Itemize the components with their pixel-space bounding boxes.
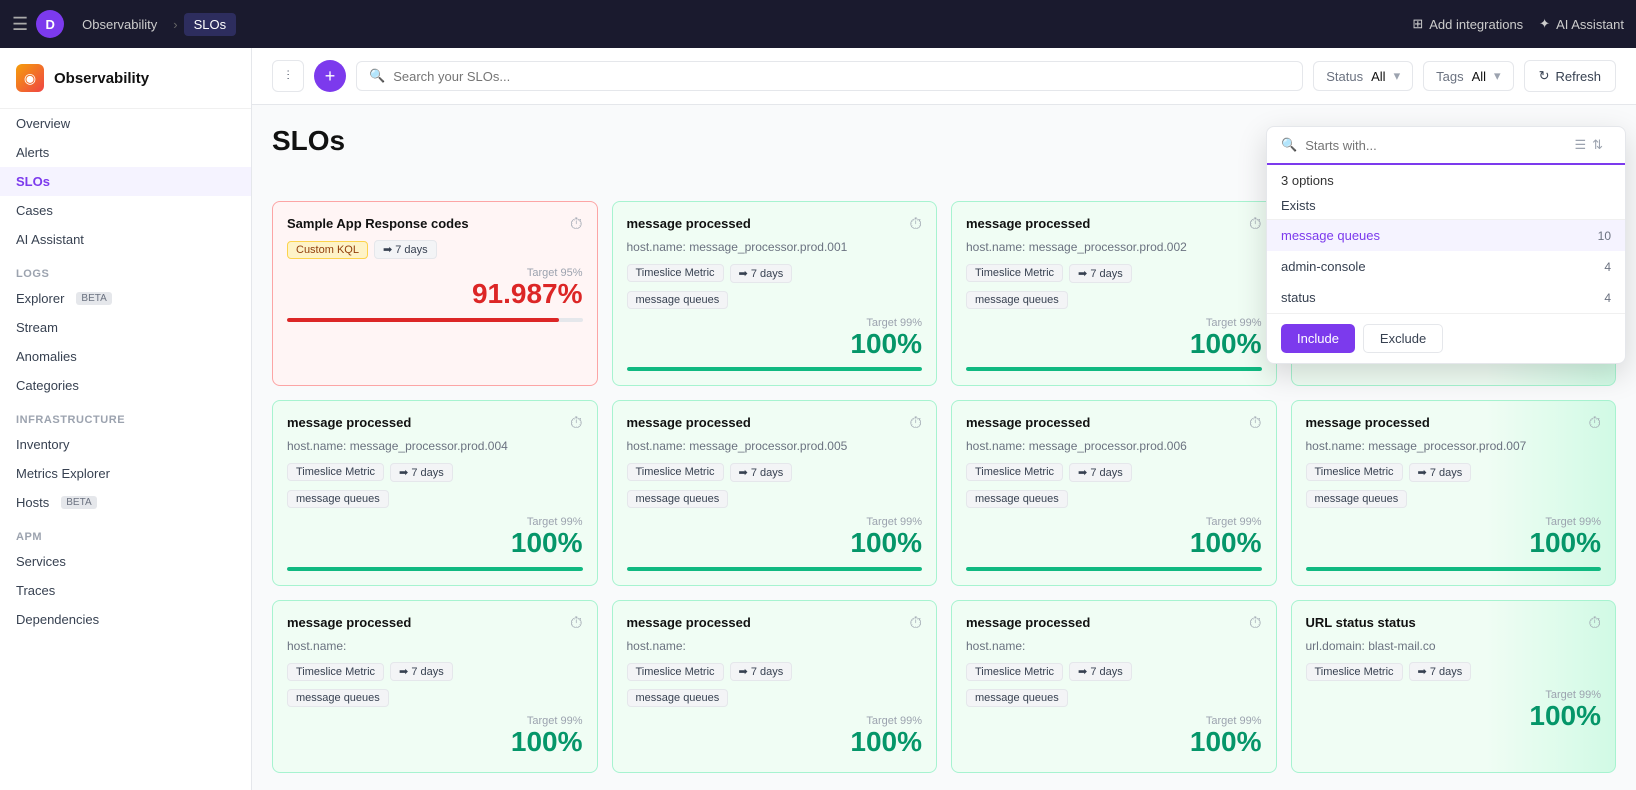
sidebar-item-categories[interactable]: Categories (0, 371, 251, 400)
sidebar-section-apm: APM (0, 517, 251, 547)
refresh-icon: ↻ (1539, 68, 1550, 84)
hamburger-menu-icon[interactable]: ☰ (12, 14, 28, 35)
sidebar-title: Observability (54, 70, 149, 87)
gauge-icon: ⏱ (570, 615, 582, 633)
slo-card[interactable]: message processed ⏱ host.name: Timeslice… (272, 600, 598, 773)
breadcrumb: Observability › SLOs (72, 13, 236, 36)
page-title: SLOs (272, 125, 345, 157)
slo-card[interactable]: message processed ⏱ host.name: message_p… (272, 400, 598, 585)
top-navigation: ☰ D Observability › SLOs ⊞ Add integrati… (0, 0, 1636, 48)
sidebar-item-alerts[interactable]: Alerts (0, 138, 251, 167)
include-button[interactable]: Include (1281, 324, 1355, 353)
search-icon: 🔍 (1281, 137, 1297, 153)
sidebar-section-infrastructure: Infrastructure (0, 400, 251, 430)
add-integrations-button[interactable]: ⊞ Add integrations (1412, 16, 1523, 32)
sidebar-item-metrics-explorer[interactable]: Metrics Explorer (0, 459, 251, 488)
sidebar-section-logs: Logs (0, 254, 251, 284)
sidebar-item-hosts[interactable]: Hosts BETA (0, 488, 251, 517)
breadcrumb-observability[interactable]: Observability (72, 13, 167, 36)
user-avatar[interactable]: D (36, 10, 64, 38)
search-container: 🔍 (356, 61, 1303, 91)
gauge-icon: ⏱ (1249, 216, 1261, 234)
sidebar-item-inventory[interactable]: Inventory (0, 430, 251, 459)
sidebar-item-ai-assistant[interactable]: AI Assistant (0, 225, 251, 254)
tags-filter[interactable]: Tags All ▾ (1423, 61, 1513, 91)
gauge-icon: ⏱ (910, 415, 922, 433)
integrations-icon: ⊞ (1412, 16, 1423, 32)
tags-dropdown: 🔍 ☰ ⇅ 3 options Exists message queues 10… (1266, 126, 1626, 364)
toolbar: ⫶ + 🔍 Status All ▾ Tags All ▾ ↻ Refresh (252, 48, 1636, 105)
dropdown-item-message-queues[interactable]: message queues 10 (1267, 220, 1625, 251)
gauge-icon: ⏱ (1589, 615, 1601, 633)
sidebar-item-cases[interactable]: Cases (0, 196, 251, 225)
exclude-button[interactable]: Exclude (1363, 324, 1443, 353)
sidebar-item-slos[interactable]: SLOs (0, 167, 251, 196)
sidebar-item-dependencies[interactable]: Dependencies (0, 605, 251, 634)
gauge-icon: ⏱ (1589, 415, 1601, 433)
slo-card[interactable]: message processed ⏱ host.name: Timeslice… (612, 600, 938, 773)
gauge-icon: ⏱ (570, 415, 582, 433)
sidebar-item-overview[interactable]: Overview (0, 109, 251, 138)
exists-label: Exists (1267, 192, 1625, 220)
search-input[interactable] (393, 69, 1290, 84)
slo-card[interactable]: message processed ⏱ host.name: message_p… (612, 201, 938, 386)
sidebar-item-anomalies[interactable]: Anomalies (0, 342, 251, 371)
slo-card[interactable]: message processed ⏱ host.name: Timeslice… (951, 600, 1277, 773)
dropdown-item-status[interactable]: status 4 (1267, 282, 1625, 313)
dropdown-search-input[interactable] (1305, 138, 1558, 153)
gauge-icon: ⏱ (1249, 615, 1261, 633)
sidebar-item-traces[interactable]: Traces (0, 576, 251, 605)
status-filter[interactable]: Status All ▾ (1313, 61, 1413, 91)
gauge-icon: ⏱ (570, 216, 582, 234)
dropdown-item-admin-console[interactable]: admin-console 4 (1267, 251, 1625, 282)
sidebar: ◉ Observability Overview Alerts SLOs Cas… (0, 48, 252, 790)
filter-icon: ⫶ (286, 68, 289, 84)
add-slo-button[interactable]: + (314, 60, 346, 92)
sidebar-item-stream[interactable]: Stream (0, 313, 251, 342)
slo-card[interactable]: message processed ⏱ host.name: message_p… (951, 400, 1277, 585)
filter-button[interactable]: ⫶ (272, 60, 304, 92)
sort-icon[interactable]: ⇅ (1592, 137, 1603, 153)
slo-card[interactable]: message processed ⏱ host.name: message_p… (951, 201, 1277, 386)
sidebar-item-services[interactable]: Services (0, 547, 251, 576)
gauge-icon: ⏱ (1249, 415, 1261, 433)
refresh-button[interactable]: ↻ Refresh (1524, 60, 1616, 92)
breadcrumb-slos[interactable]: SLOs (184, 13, 237, 36)
slo-card[interactable]: Sample App Response codes ⏱ Custom KQL ➡… (272, 201, 598, 386)
sidebar-header: ◉ Observability (0, 48, 251, 109)
list-view-icon[interactable]: ☰ (1574, 137, 1586, 153)
gauge-icon: ⏱ (910, 615, 922, 633)
slo-card[interactable]: URL status status ⏱ url.domain: blast-ma… (1291, 600, 1617, 773)
ai-icon: ✦ (1539, 16, 1550, 32)
chevron-down-icon: ▾ (1494, 68, 1501, 84)
app-logo: ◉ (16, 64, 44, 92)
sidebar-item-explorer[interactable]: Explorer BETA (0, 284, 251, 313)
search-icon: 🔍 (369, 68, 385, 84)
slo-card[interactable]: message processed ⏱ host.name: message_p… (612, 400, 938, 585)
slo-card[interactable]: message processed ⏱ host.name: message_p… (1291, 400, 1617, 585)
dropdown-count: 3 options (1281, 173, 1334, 188)
ai-assistant-button[interactable]: ✦ AI Assistant (1539, 16, 1624, 32)
chevron-down-icon: ▾ (1394, 68, 1401, 84)
gauge-icon: ⏱ (910, 216, 922, 234)
